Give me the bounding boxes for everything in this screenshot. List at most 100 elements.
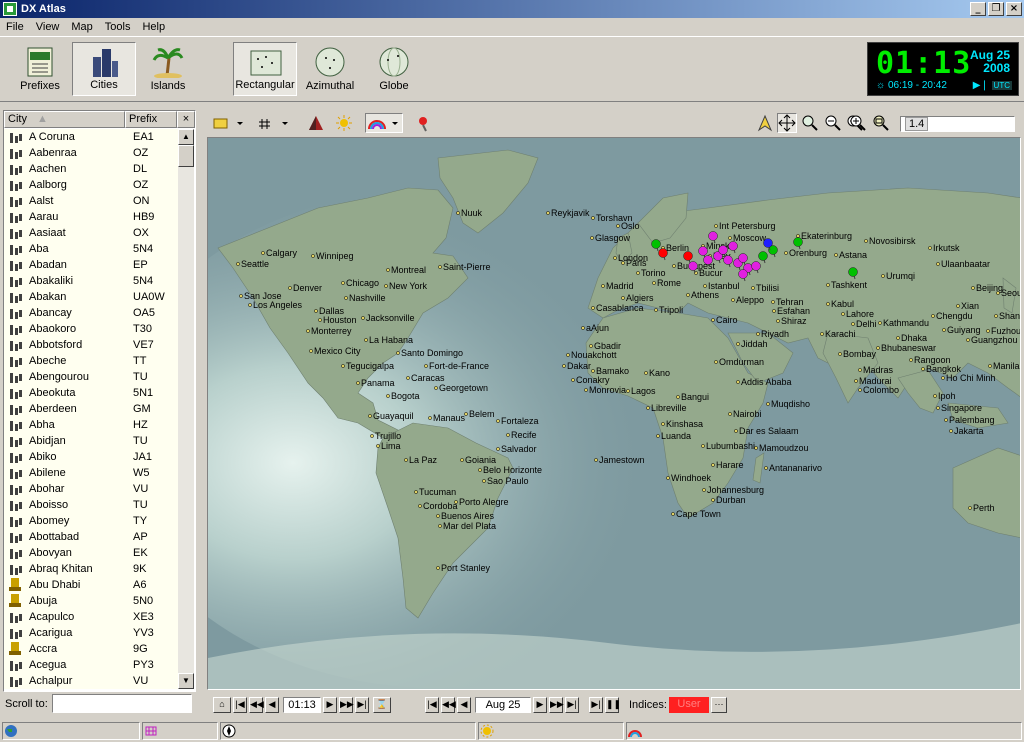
city-list-row[interactable]: Abadan EP bbox=[4, 257, 178, 273]
city-list-row[interactable]: Abuja 5N0 bbox=[4, 593, 178, 609]
city-marker[interactable] bbox=[406, 376, 410, 380]
city-marker[interactable] bbox=[909, 358, 913, 362]
city-marker[interactable] bbox=[851, 322, 855, 326]
city-marker[interactable] bbox=[711, 318, 715, 322]
city-marker[interactable] bbox=[621, 261, 625, 265]
city-marker[interactable] bbox=[601, 284, 605, 288]
city-marker[interactable] bbox=[672, 264, 676, 268]
city-list-row[interactable]: Abeche TT bbox=[4, 353, 178, 369]
city-marker[interactable] bbox=[591, 216, 595, 220]
scroll-to-input[interactable] bbox=[52, 694, 192, 713]
city-marker[interactable] bbox=[464, 412, 468, 416]
restore-button[interactable]: ❐ bbox=[988, 2, 1004, 16]
cities-button[interactable]: Cities bbox=[72, 42, 136, 96]
time-forward-fast-button[interactable]: ▶▶ bbox=[339, 697, 354, 713]
city-marker[interactable] bbox=[424, 364, 428, 368]
city-marker[interactable] bbox=[772, 309, 776, 313]
city-marker[interactable] bbox=[728, 236, 732, 240]
date-back-button[interactable]: ◀ bbox=[457, 697, 471, 713]
city-list-scrollbar[interactable]: ▲ ▼ bbox=[178, 129, 194, 689]
city-marker[interactable] bbox=[566, 353, 570, 357]
zoom-in-button[interactable] bbox=[848, 113, 868, 133]
city-marker[interactable] bbox=[590, 236, 594, 240]
date-last-button[interactable]: ▶| bbox=[565, 697, 579, 713]
city-list-row[interactable]: A Coruna EA1 bbox=[4, 129, 178, 145]
city-marker[interactable] bbox=[396, 351, 400, 355]
city-marker[interactable] bbox=[896, 336, 900, 340]
city-marker[interactable] bbox=[942, 328, 946, 332]
city-list-row[interactable]: Aalborg OZ bbox=[4, 177, 178, 193]
city-marker[interactable] bbox=[361, 316, 365, 320]
city-list-row[interactable]: Aalst ON bbox=[4, 193, 178, 209]
city-list-row[interactable]: Abakan UA0W bbox=[4, 289, 178, 305]
city-marker[interactable] bbox=[776, 319, 780, 323]
menu-file[interactable]: File bbox=[0, 21, 30, 33]
spot-pin[interactable] bbox=[763, 238, 773, 248]
city-marker[interactable] bbox=[701, 444, 705, 448]
city-marker[interactable] bbox=[878, 321, 882, 325]
time-field[interactable]: 01:13 bbox=[283, 697, 321, 713]
city-marker[interactable] bbox=[344, 296, 348, 300]
city-list-row[interactable]: Abraq Khitan 9K bbox=[4, 561, 178, 577]
spot-pin[interactable] bbox=[738, 269, 748, 279]
city-marker[interactable] bbox=[756, 332, 760, 336]
city-list-row[interactable]: Aberdeen GM bbox=[4, 401, 178, 417]
city-marker[interactable] bbox=[616, 224, 620, 228]
city-marker[interactable] bbox=[311, 254, 315, 258]
city-marker[interactable] bbox=[460, 458, 464, 462]
city-marker[interactable] bbox=[956, 304, 960, 308]
city-marker[interactable] bbox=[921, 367, 925, 371]
select-tool-button[interactable] bbox=[755, 113, 775, 133]
zoom-fit-button[interactable] bbox=[800, 113, 820, 133]
city-column-header[interactable]: City ▲ bbox=[4, 111, 125, 128]
city-marker[interactable] bbox=[994, 314, 998, 318]
city-marker[interactable] bbox=[771, 300, 775, 304]
zoom-out-button[interactable] bbox=[823, 113, 843, 133]
world-map[interactable]: Nuuk Reykjavik Torshavn Oslo Glasgow Int Pete… bbox=[207, 137, 1021, 690]
city-marker[interactable] bbox=[933, 394, 937, 398]
spot-pin[interactable] bbox=[758, 251, 768, 261]
spot-pin[interactable] bbox=[728, 241, 738, 251]
spot-pin[interactable] bbox=[703, 255, 713, 265]
city-list-row[interactable]: Abengourou TU bbox=[4, 369, 178, 385]
time-back-button[interactable]: ◀ bbox=[265, 697, 279, 713]
city-marker[interactable] bbox=[676, 395, 680, 399]
city-marker[interactable] bbox=[636, 271, 640, 275]
city-marker[interactable] bbox=[881, 274, 885, 278]
city-marker[interactable] bbox=[368, 414, 372, 418]
play-icon[interactable]: ▶❘ bbox=[973, 80, 992, 91]
close-button[interactable]: × bbox=[1006, 2, 1022, 16]
city-marker[interactable] bbox=[838, 352, 842, 356]
menu-map[interactable]: Map bbox=[65, 21, 98, 33]
city-marker[interactable] bbox=[581, 326, 585, 330]
sun-position-button[interactable] bbox=[333, 113, 355, 133]
city-list-row[interactable]: Acarigua YV3 bbox=[4, 625, 178, 641]
date-forward-fast-button[interactable]: ▶▶ bbox=[549, 697, 564, 713]
city-marker[interactable] bbox=[928, 246, 932, 250]
city-marker[interactable] bbox=[711, 498, 715, 502]
city-list-row[interactable]: Accra 9G bbox=[4, 641, 178, 657]
city-marker[interactable] bbox=[686, 293, 690, 297]
city-list-row[interactable]: Abilene W5 bbox=[4, 465, 178, 481]
city-marker[interactable] bbox=[702, 488, 706, 492]
city-marker[interactable] bbox=[404, 458, 408, 462]
zoom-level-field[interactable]: 1.4 bbox=[900, 116, 1015, 132]
date-back-fast-button[interactable]: ◀◀ bbox=[441, 697, 456, 713]
city-marker[interactable] bbox=[941, 376, 945, 380]
city-list-row[interactable]: Abu Dhabi A6 bbox=[4, 577, 178, 593]
world-map-canvas[interactable]: Nuuk Reykjavik TorshavnOsloGlasgowInt Pete… bbox=[208, 138, 1021, 690]
city-marker[interactable] bbox=[736, 380, 740, 384]
city-marker[interactable] bbox=[646, 406, 650, 410]
city-marker[interactable] bbox=[571, 378, 575, 382]
menu-tools[interactable]: Tools bbox=[99, 21, 137, 33]
spot-pin[interactable] bbox=[738, 253, 748, 263]
city-list-row[interactable]: Achalpur VU bbox=[4, 673, 178, 689]
scroll-down-button[interactable]: ▼ bbox=[178, 673, 194, 689]
city-marker[interactable] bbox=[613, 256, 617, 260]
city-marker[interactable] bbox=[644, 371, 648, 375]
city-marker[interactable] bbox=[858, 388, 862, 392]
city-list-row[interactable]: Aasiaat OX bbox=[4, 225, 178, 241]
spot-pin[interactable] bbox=[708, 231, 718, 241]
city-marker[interactable] bbox=[438, 524, 442, 528]
city-list-row[interactable]: Aba 5N4 bbox=[4, 241, 178, 257]
